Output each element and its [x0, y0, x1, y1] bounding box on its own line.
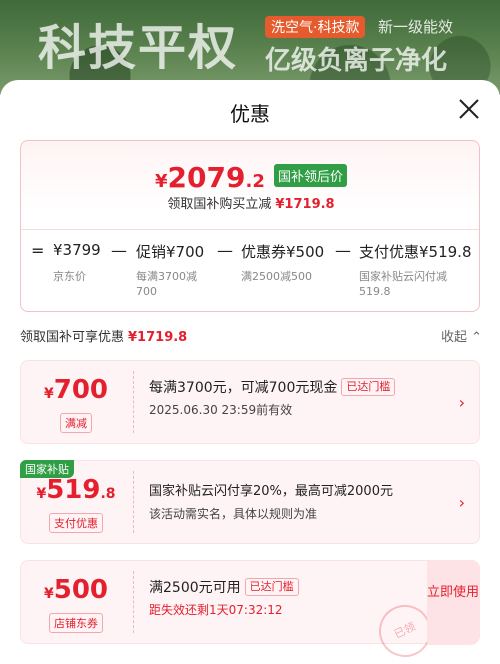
coupon-status: 已达门槛: [244, 578, 299, 596]
subsidy-badge: 国补领后价: [273, 164, 347, 187]
coupon-currency: ¥: [43, 586, 54, 602]
coupon-value: ¥700: [21, 375, 131, 405]
price-summary-card: ¥2079.2 国补领后价 领取国补购买立减 ¥1719.8 = ¥3799 京东…: [20, 140, 480, 312]
coupon-title: 满2500元可用: [149, 580, 241, 596]
discount-sheet: 优惠 ¥2079.2 国补领后价 领取国补购买立减 ¥1719.8 = ¥3799…: [0, 80, 500, 664]
payment-discount: 支付优惠¥519.8: [359, 243, 472, 261]
coupon-currency: ¥: [36, 486, 47, 502]
sheet-title: 优惠: [230, 102, 270, 126]
coupon-type-label: 店铺东券: [49, 613, 103, 633]
coupon-amount: 500: [53, 575, 109, 605]
promo-discount: 促销¥700: [136, 243, 205, 261]
coupon-details: 每满3700元，可减700元现金 已达门槛 2025.06.30 23:59前有效: [149, 377, 449, 421]
op-minus: —: [111, 241, 127, 260]
coupon-divider: [133, 371, 134, 433]
subsidy-summary-text: 领取国补购买立减: [167, 197, 272, 212]
coupon-discount-note: 满2500减500: [241, 270, 312, 283]
coupon-note: 该活动需实名，具体以规则为准: [149, 507, 318, 521]
use-now-button[interactable]: 立即使用: [427, 561, 479, 645]
op-equals: =: [31, 241, 45, 260]
coupon-title: 国家补贴云闪付享20%，最高可减2000元: [149, 484, 393, 499]
collapse-label: 收起: [440, 330, 467, 345]
coupon-discount: 优惠券¥500: [241, 243, 325, 261]
coupon-currency: ¥: [43, 386, 54, 402]
banner-subtitle: 亿级负离子净化: [265, 46, 448, 76]
coupon-divider: [133, 471, 134, 533]
subsidy-section-header: 领取国补可享优惠 ¥1719.8: [20, 326, 187, 345]
coupon-value-block: ¥500 店铺东券: [21, 561, 131, 645]
coupon-validity: 2025.06.30 23:59前有效: [149, 403, 293, 417]
card-divider: [21, 229, 479, 230]
final-price-decimal: .2: [245, 171, 265, 192]
coupon-type-label: 支付优惠: [49, 513, 103, 533]
coupon-value-block: ¥519.8 支付优惠: [21, 461, 131, 545]
coupon-value: ¥519.8: [21, 475, 131, 505]
chevron-up-icon: ⌃: [471, 330, 482, 345]
banner-headline: 科技平权: [38, 20, 239, 76]
close-icon[interactable]: [458, 98, 480, 120]
banner-tag: 洗空气·科技款: [265, 16, 366, 38]
coupon-status: 已达门槛: [341, 378, 396, 396]
list-price-note: 京东价: [53, 270, 86, 283]
coupon-card-promo[interactable]: ¥700 满减 每满3700元，可减700元现金 已达门槛 2025.06.30 …: [20, 360, 480, 444]
promo-discount-note: 每满3700减 700: [136, 270, 197, 298]
final-price: ¥2079.2 国补领后价: [21, 161, 481, 194]
final-price-integer: 2079: [167, 161, 246, 194]
collapse-toggle[interactable]: 收起 ⌃: [441, 326, 482, 345]
coupon-value-block: ¥700 满减: [21, 361, 131, 445]
coupon-amount: 700: [53, 375, 109, 405]
final-price-currency: ¥: [155, 171, 168, 192]
list-price: ¥3799: [53, 241, 101, 259]
subsidy-section-label: 领取国补可享优惠: [20, 330, 125, 345]
subsidy-section-amount: ¥1719.8: [128, 330, 188, 345]
coupon-value: ¥500: [21, 575, 131, 605]
subsidy-summary-amount: ¥1719.8: [275, 197, 335, 212]
coupon-decimal: .8: [100, 486, 116, 502]
banner-tag-energy: 新一级能效: [378, 18, 454, 36]
coupon-type-label: 满减: [60, 413, 92, 433]
payment-discount-note: 国家补贴云闪付减 519.8: [359, 270, 447, 298]
subsidy-summary: 领取国补购买立减 ¥1719.8: [21, 193, 481, 212]
chevron-right-icon[interactable]: ›: [459, 393, 465, 412]
op-minus: —: [217, 241, 233, 260]
coupon-title: 每满3700元，可减700元现金: [149, 380, 338, 396]
coupon-details: 国家补贴云闪付享20%，最高可减2000元 该活动需实名，具体以规则为准: [149, 481, 449, 525]
chevron-right-icon[interactable]: ›: [459, 493, 465, 512]
coupon-card-store[interactable]: ¥500 店铺东券 满2500元可用 已达门槛 距失效还剩1天07:32:12 已…: [20, 560, 480, 664]
op-minus: —: [335, 241, 351, 260]
coupon-amount: 519: [46, 475, 101, 505]
coupon-card-national-subsidy[interactable]: 国家补贴 ¥519.8 支付优惠 国家补贴云闪付享20%，最高可减2000元 该…: [20, 460, 480, 544]
coupon-divider: [133, 571, 134, 633]
